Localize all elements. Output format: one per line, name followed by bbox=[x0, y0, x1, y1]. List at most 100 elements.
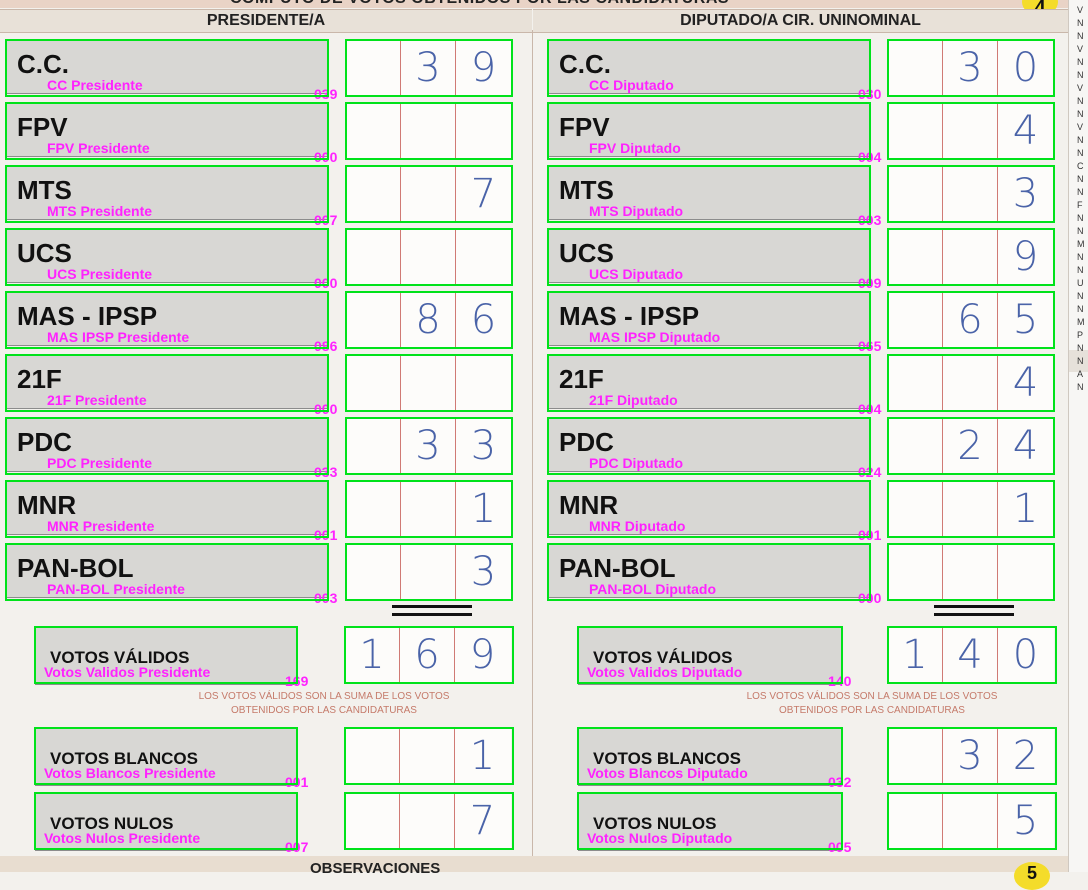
vote-digit-cell[interactable] bbox=[401, 544, 456, 600]
vote-digit-cell[interactable]: 4 bbox=[998, 355, 1053, 411]
vote-digit-cell[interactable] bbox=[401, 355, 456, 411]
vote-digit-cells[interactable]: 30 bbox=[888, 40, 1054, 96]
party-code: 003 bbox=[314, 590, 338, 606]
vote-digit-cells[interactable]: 1 bbox=[346, 481, 512, 537]
vote-digit-cell[interactable] bbox=[888, 103, 943, 159]
total-digit-cell[interactable] bbox=[400, 793, 455, 849]
vote-digit-cells[interactable]: 86 bbox=[346, 292, 512, 348]
total-digit-cell[interactable]: 0 bbox=[998, 627, 1053, 683]
vote-digit-cell[interactable] bbox=[346, 103, 401, 159]
vote-digit-cell[interactable]: 9 bbox=[998, 229, 1053, 285]
vote-digit-cells[interactable] bbox=[888, 544, 1054, 600]
vote-digit-cell[interactable]: 3 bbox=[401, 40, 456, 96]
vote-digit-cell[interactable] bbox=[346, 544, 401, 600]
vote-digit-cell[interactable]: 0 bbox=[998, 40, 1053, 96]
vote-digit-cell[interactable] bbox=[346, 355, 401, 411]
total-digit-cell[interactable] bbox=[345, 793, 400, 849]
vote-digit-cell[interactable]: 8 bbox=[401, 292, 456, 348]
vote-digit-cell[interactable]: 6 bbox=[456, 292, 511, 348]
total-digit-cell[interactable]: 9 bbox=[455, 627, 510, 683]
vote-digit-cells[interactable]: 4 bbox=[888, 355, 1054, 411]
total-digit-cell[interactable] bbox=[888, 728, 943, 784]
vote-digit-cell[interactable] bbox=[888, 166, 943, 222]
vote-digit-cell[interactable]: 3 bbox=[943, 40, 998, 96]
total-digit-cells[interactable]: 140 bbox=[888, 627, 1054, 683]
vote-digit-cells[interactable]: 7 bbox=[346, 166, 512, 222]
total-digit-cell[interactable]: 1 bbox=[888, 627, 943, 683]
vote-digit-cells[interactable] bbox=[346, 355, 512, 411]
vote-digit-cell[interactable] bbox=[943, 544, 998, 600]
vote-digit-cell[interactable] bbox=[456, 355, 511, 411]
vote-digit-cell[interactable]: 3 bbox=[401, 418, 456, 474]
vote-digit-cell[interactable] bbox=[401, 229, 456, 285]
total-digit-cells[interactable]: 1 bbox=[345, 728, 511, 784]
vote-digit-cells[interactable]: 65 bbox=[888, 292, 1054, 348]
total-digit-cells[interactable]: 5 bbox=[888, 793, 1054, 849]
total-digit-cell[interactable] bbox=[345, 728, 400, 784]
vote-digit-cell[interactable] bbox=[943, 355, 998, 411]
vote-digit-cells[interactable]: 24 bbox=[888, 418, 1054, 474]
vote-digit-cell[interactable] bbox=[888, 355, 943, 411]
vote-digit-cell[interactable] bbox=[888, 40, 943, 96]
vote-digit-cell[interactable] bbox=[888, 229, 943, 285]
vote-digit-cell[interactable] bbox=[456, 229, 511, 285]
vote-digit-cell[interactable] bbox=[346, 292, 401, 348]
total-digit-cell[interactable]: 2 bbox=[998, 728, 1053, 784]
right-panel-letter: N bbox=[1077, 96, 1084, 106]
vote-digit-cells[interactable]: 33 bbox=[346, 418, 512, 474]
vote-digit-cell[interactable]: 6 bbox=[943, 292, 998, 348]
vote-digit-cell[interactable] bbox=[346, 229, 401, 285]
vote-digit-cells[interactable]: 9 bbox=[888, 229, 1054, 285]
vote-digit-cell[interactable] bbox=[456, 103, 511, 159]
total-digit-cells[interactable]: 169 bbox=[345, 627, 511, 683]
total-digit-cells[interactable]: 32 bbox=[888, 728, 1054, 784]
total-digit-cell[interactable]: 6 bbox=[400, 627, 455, 683]
valid-votes-note-deputy: LOS VOTOS VÁLIDOS SON LA SUMA DE LOS VOT… bbox=[712, 690, 1032, 718]
vote-digit-cells[interactable]: 39 bbox=[346, 40, 512, 96]
vote-digit-cells[interactable]: 4 bbox=[888, 103, 1054, 159]
vote-digit-cell[interactable]: 4 bbox=[998, 103, 1053, 159]
vote-digit-cell[interactable] bbox=[888, 292, 943, 348]
total-digit-cell[interactable]: 1 bbox=[345, 627, 400, 683]
vote-digit-cell[interactable] bbox=[346, 40, 401, 96]
vote-digit-cells[interactable]: 3 bbox=[346, 544, 512, 600]
vote-digit-cells[interactable] bbox=[346, 229, 512, 285]
total-digit-cell[interactable] bbox=[943, 793, 998, 849]
vote-digit-cell[interactable]: 4 bbox=[998, 418, 1053, 474]
total-digit-cell[interactable] bbox=[888, 793, 943, 849]
vote-digit-cell[interactable]: 3 bbox=[998, 166, 1053, 222]
total-digit-cell[interactable]: 5 bbox=[998, 793, 1053, 849]
total-digit-cell[interactable]: 1 bbox=[455, 728, 510, 784]
vote-digit-cell[interactable] bbox=[888, 418, 943, 474]
vote-digit-cells[interactable]: 1 bbox=[888, 481, 1054, 537]
vote-digit-cell[interactable]: 5 bbox=[998, 292, 1053, 348]
vote-digit-cell[interactable]: 7 bbox=[456, 166, 511, 222]
vote-digit-cell[interactable]: 3 bbox=[456, 418, 511, 474]
vote-digit-cell[interactable] bbox=[401, 481, 456, 537]
total-digit-cell[interactable]: 4 bbox=[943, 627, 998, 683]
vote-digit-cells[interactable] bbox=[346, 103, 512, 159]
vote-digit-cell[interactable]: 1 bbox=[998, 481, 1053, 537]
vote-digit-cell[interactable] bbox=[346, 481, 401, 537]
vote-digit-cell[interactable] bbox=[943, 481, 998, 537]
vote-digit-cell[interactable]: 2 bbox=[943, 418, 998, 474]
total-digit-cell[interactable] bbox=[400, 728, 455, 784]
vote-digit-cell[interactable] bbox=[888, 544, 943, 600]
vote-digit-cell[interactable] bbox=[401, 166, 456, 222]
vote-digit-cell[interactable] bbox=[888, 481, 943, 537]
vote-digit-cells[interactable]: 3 bbox=[888, 166, 1054, 222]
vote-digit-cell[interactable] bbox=[998, 544, 1053, 600]
right-edge-panel: VNNVNNVNNVNNCNNFNNMNNUNNMPNNAN bbox=[1068, 0, 1088, 872]
vote-digit-cell[interactable] bbox=[401, 103, 456, 159]
vote-digit-cell[interactable]: 3 bbox=[456, 544, 511, 600]
vote-digit-cell[interactable] bbox=[346, 166, 401, 222]
vote-digit-cell[interactable]: 9 bbox=[456, 40, 511, 96]
vote-digit-cell[interactable] bbox=[943, 166, 998, 222]
vote-digit-cell[interactable] bbox=[943, 229, 998, 285]
vote-digit-cell[interactable]: 1 bbox=[456, 481, 511, 537]
vote-digit-cell[interactable] bbox=[943, 103, 998, 159]
total-digit-cell[interactable]: 3 bbox=[943, 728, 998, 784]
vote-digit-cell[interactable] bbox=[346, 418, 401, 474]
total-digit-cell[interactable]: 7 bbox=[455, 793, 510, 849]
total-digit-cells[interactable]: 7 bbox=[345, 793, 511, 849]
